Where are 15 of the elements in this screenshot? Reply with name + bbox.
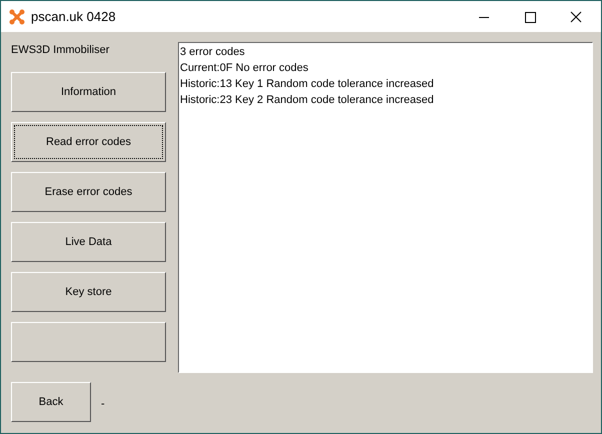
menu-button[interactable]: Erase error codes (11, 172, 166, 212)
output-line: 3 error codes (180, 45, 246, 60)
app-icon (9, 8, 25, 24)
status-text: - (101, 396, 105, 412)
menu-button[interactable]: Live Data (11, 222, 166, 262)
blank-button[interactable] (11, 322, 166, 362)
output-line: Historic:13 Key 1 Random code tolerance increased (180, 77, 435, 92)
menu-button[interactable]: Information (11, 72, 166, 112)
output-line: Historic:23 Key 2 Random code tolerance increased (180, 93, 435, 108)
menu-button[interactable]: Key store (11, 272, 166, 312)
menu-button[interactable]: Read error codes (11, 122, 166, 162)
panel-title: EWS3D Immobiliser (11, 43, 110, 57)
back-button[interactable]: Back (11, 382, 91, 422)
output-line: Current:0F No error codes (180, 61, 310, 76)
window-title: pscan.uk 0428 (31, 8, 116, 26)
